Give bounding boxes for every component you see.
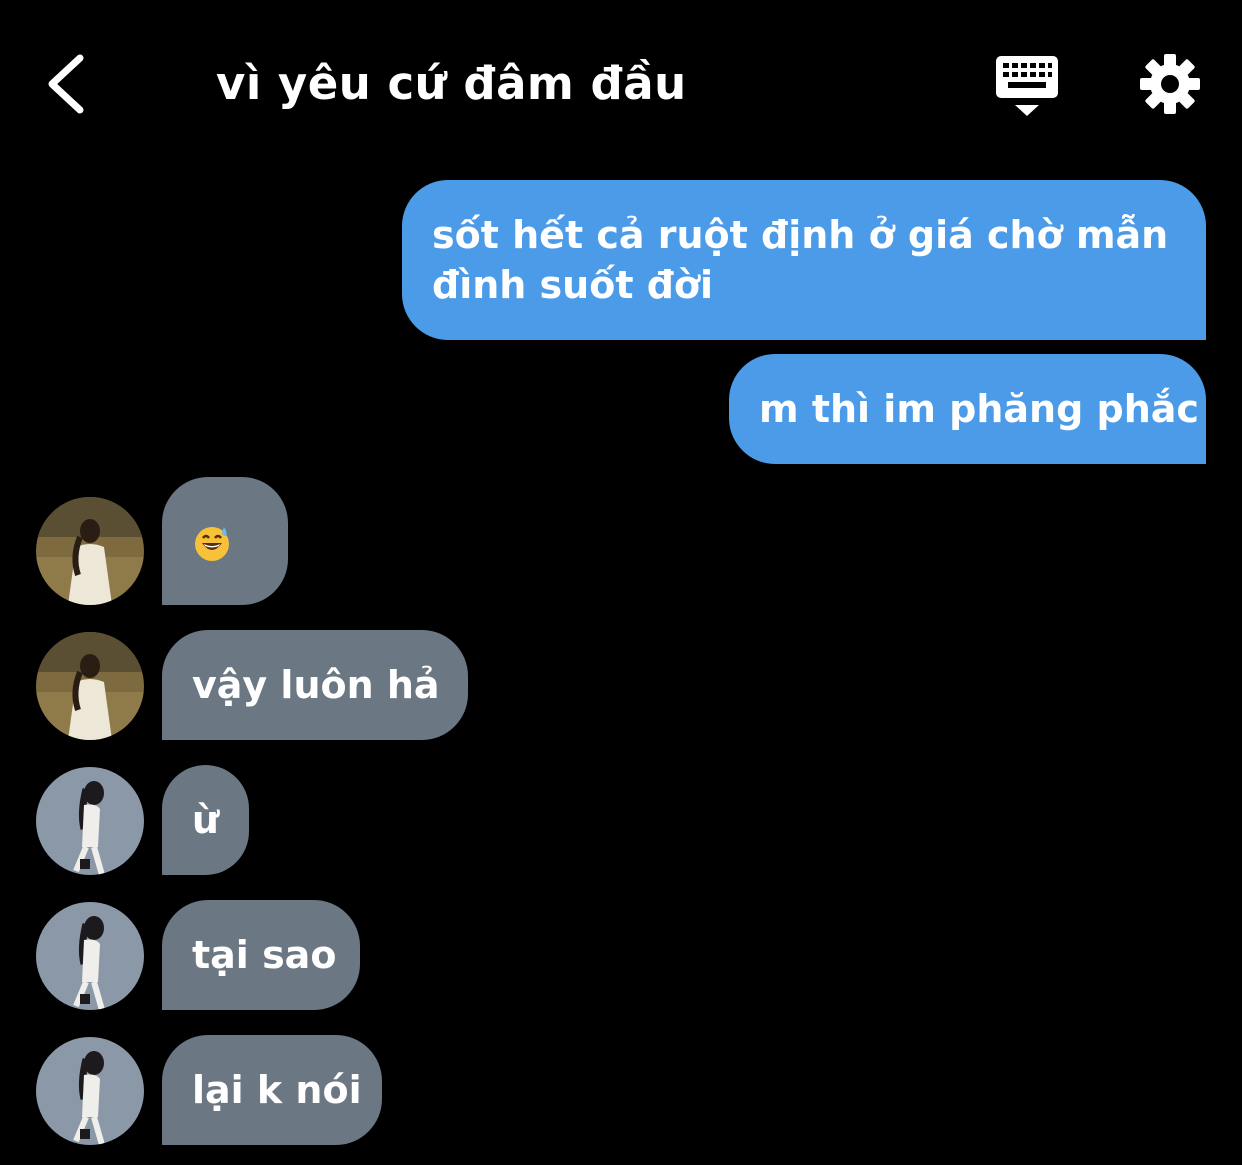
avatar[interactable] <box>36 902 144 1010</box>
received-message[interactable]: tại sao <box>162 900 360 1010</box>
chevron-left-icon <box>48 54 84 114</box>
chat-header: vì yêu cứ đâm đầu <box>0 0 1242 160</box>
avatar[interactable] <box>36 497 144 605</box>
sent-message[interactable]: m thì im phăng phắc <box>729 354 1206 464</box>
received-message[interactable] <box>162 477 288 605</box>
avatar-photo-field <box>36 497 144 605</box>
back-button[interactable] <box>36 48 96 120</box>
received-message[interactable]: ừ <box>162 765 249 875</box>
keyboard-button[interactable] <box>990 52 1064 120</box>
avatar[interactable] <box>36 767 144 875</box>
avatar[interactable] <box>36 1037 144 1145</box>
keyboard-icon <box>996 56 1058 116</box>
gear-icon <box>1140 54 1200 114</box>
avatar-photo-field <box>36 632 144 740</box>
grinning-sweat-emoji <box>192 523 232 563</box>
received-message[interactable]: vậy luôn hả <box>162 630 468 740</box>
avatar[interactable] <box>36 632 144 740</box>
avatar-photo-studio <box>36 902 144 1010</box>
avatar-photo-studio <box>36 1037 144 1145</box>
sent-message[interactable]: sốt hết cả ruột định ở giá chờ mẫn đình … <box>402 180 1206 340</box>
avatar-photo-studio <box>36 767 144 875</box>
settings-button[interactable] <box>1138 52 1202 116</box>
received-message[interactable]: lại k nói <box>162 1035 382 1145</box>
chat-title: vì yêu cứ đâm đầu <box>216 57 687 110</box>
